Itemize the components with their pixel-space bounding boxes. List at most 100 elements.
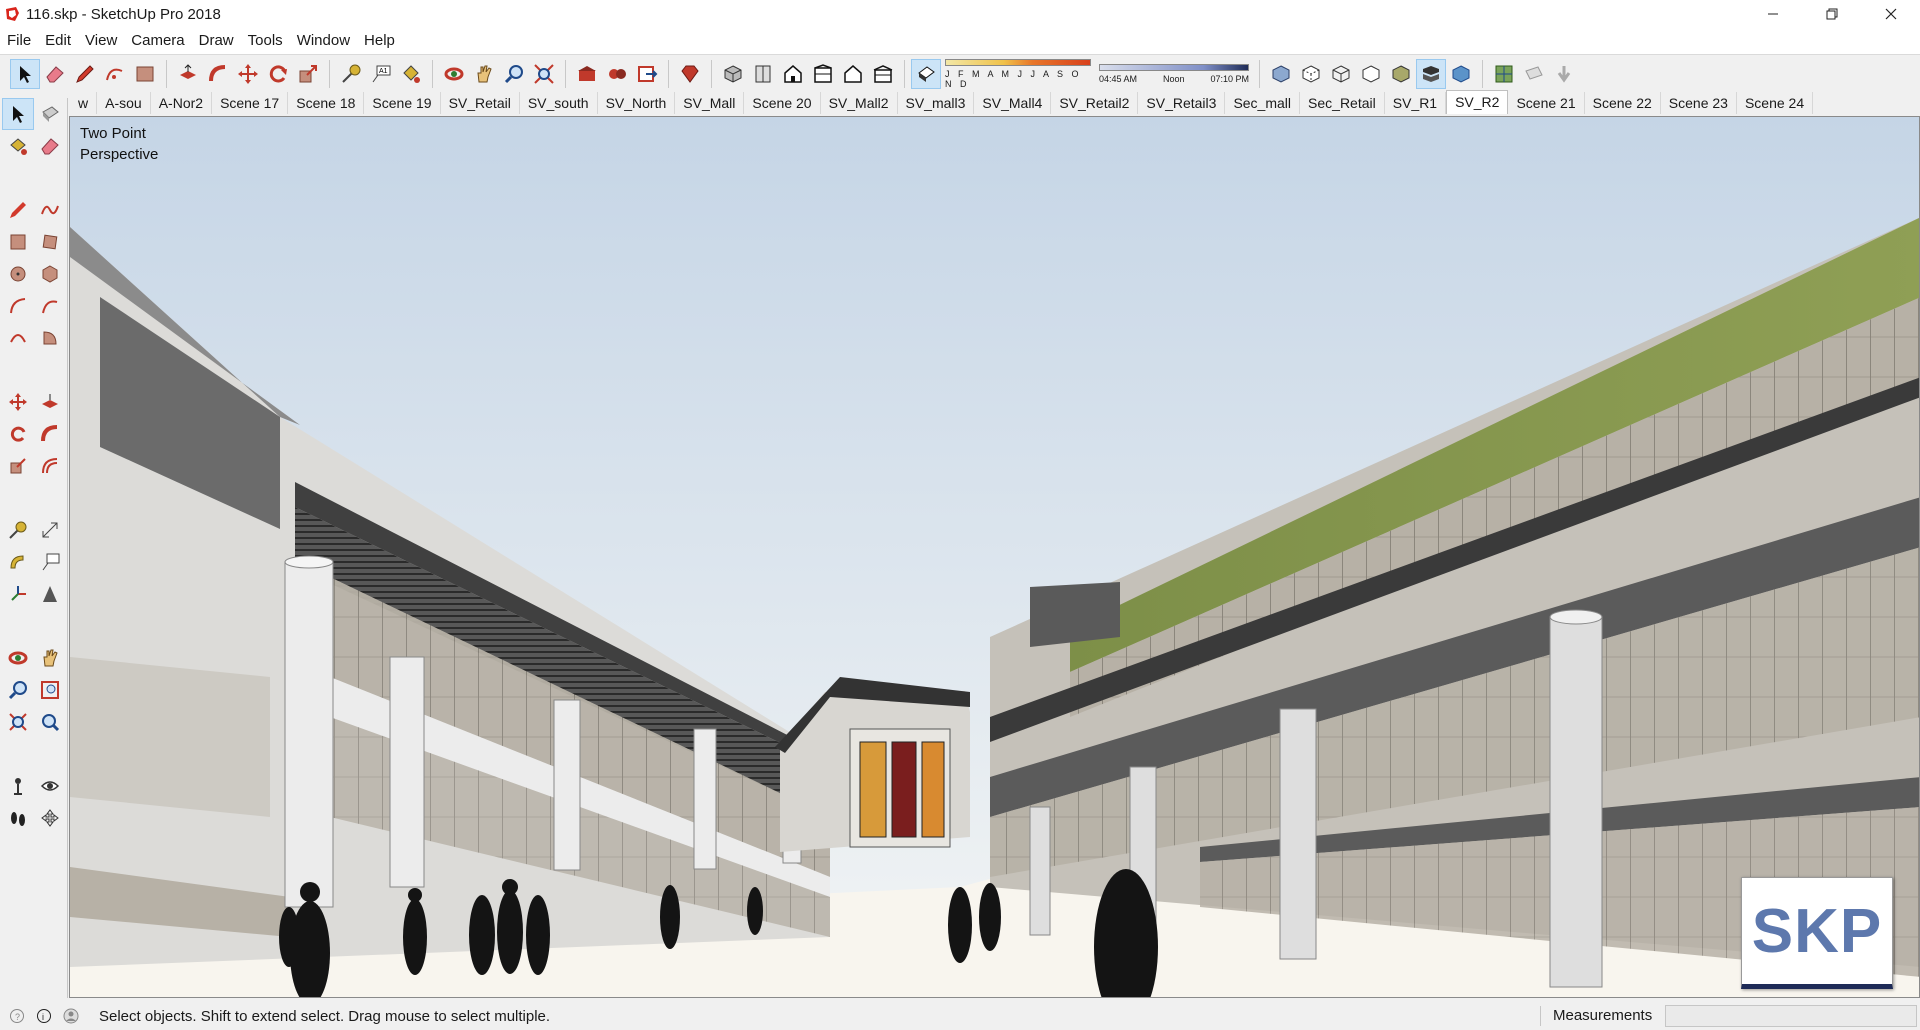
model-scene[interactable]	[70, 117, 1920, 998]
palette-3d-text-button[interactable]	[34, 578, 66, 610]
menu-camera[interactable]: Camera	[124, 28, 191, 54]
monochrome-button[interactable]	[1446, 59, 1476, 89]
move-tool-button[interactable]	[233, 59, 263, 89]
menu-tools[interactable]: Tools	[241, 28, 290, 54]
scene-tab[interactable]: A-sou	[97, 92, 151, 114]
scene-tab[interactable]: Scene 21	[1508, 92, 1585, 114]
eraser-tool-button[interactable]	[40, 59, 70, 89]
menu-file[interactable]: File	[0, 28, 38, 54]
extension-warehouse-button[interactable]	[602, 59, 632, 89]
back-edges-button[interactable]	[1296, 59, 1326, 89]
palette-make-component-button[interactable]	[34, 98, 66, 130]
user-button[interactable]	[61, 1006, 81, 1026]
ruby-console-button[interactable]	[675, 59, 705, 89]
scene-tab[interactable]: SV_Retail	[441, 92, 520, 114]
palette-three-point-arc-button[interactable]	[2, 322, 34, 354]
palette-protractor-button[interactable]	[2, 546, 34, 578]
scene-tab[interactable]: Scene 24	[1737, 92, 1814, 114]
menu-help[interactable]: Help	[357, 28, 402, 54]
palette-zoom-window-button[interactable]	[34, 674, 66, 706]
followme-tool-button[interactable]	[203, 59, 233, 89]
menu-edit[interactable]: Edit	[38, 28, 78, 54]
menu-draw[interactable]: Draw	[192, 28, 241, 54]
shaded-button[interactable]	[1386, 59, 1416, 89]
back-view-button[interactable]	[838, 59, 868, 89]
scene-tab[interactable]: Scene 20	[744, 92, 821, 114]
restore-button[interactable]	[1802, 0, 1861, 28]
left-view-button[interactable]	[868, 59, 898, 89]
pushpull-tool-button[interactable]	[173, 59, 203, 89]
palette-pie-button[interactable]	[34, 322, 66, 354]
palette-pushpull-button[interactable]	[34, 386, 66, 418]
warehouse-button[interactable]	[572, 59, 602, 89]
palette-rectangle-button[interactable]	[2, 226, 34, 258]
palette-zoom-button[interactable]	[2, 674, 34, 706]
scene-tab[interactable]: Scene 22	[1585, 92, 1661, 114]
select-tool-button[interactable]	[10, 58, 40, 89]
menu-view[interactable]: View	[78, 28, 124, 54]
model-info-button[interactable]	[1489, 59, 1519, 89]
minimize-button[interactable]	[1743, 0, 1802, 28]
palette-walk-button[interactable]	[2, 802, 34, 834]
palette-rotate-button[interactable]	[2, 418, 34, 450]
palette-polygon-button[interactable]	[34, 258, 66, 290]
palette-circle-button[interactable]	[2, 258, 34, 290]
palette-line-button[interactable]	[2, 194, 34, 226]
scene-tab[interactable]: SV_North	[598, 92, 676, 114]
send-to-layout-button[interactable]	[632, 59, 662, 89]
scene-tab[interactable]: Scene 17	[212, 92, 289, 114]
model-viewport[interactable]: Two Point Perspective SKP	[69, 116, 1920, 998]
zoom-tool-button[interactable]	[499, 59, 529, 89]
palette-text-button[interactable]	[34, 546, 66, 578]
scene-tab[interactable]: SV_Mall2	[821, 92, 898, 114]
palette-previous-view-button[interactable]	[34, 706, 66, 738]
scene-tab[interactable]: SV_Retail2	[1051, 92, 1139, 114]
palette-freehand-button[interactable]	[34, 194, 66, 226]
text-tool-button[interactable]: A1	[366, 59, 396, 89]
hidden-line-button[interactable]	[1356, 59, 1386, 89]
section-plane-button[interactable]	[1519, 59, 1549, 89]
shaded-textures-button[interactable]	[1416, 58, 1446, 89]
pencil-tool-button[interactable]	[70, 59, 100, 89]
palette-position-camera-button[interactable]	[2, 770, 34, 802]
palette-dimension-button[interactable]	[34, 514, 66, 546]
orbit-tool-button[interactable]	[439, 59, 469, 89]
scene-tab[interactable]: SV_R1	[1385, 92, 1447, 114]
rectangle-tool-button[interactable]	[130, 59, 160, 89]
tape-measure-tool-button[interactable]	[336, 59, 366, 89]
palette-two-point-arc-button[interactable]	[34, 290, 66, 322]
scene-tab[interactable]: SV_Mall4	[974, 92, 1052, 114]
palette-paint-bucket-button[interactable]	[2, 130, 34, 162]
palette-offset-button[interactable]	[34, 450, 66, 482]
shadow-time-slider[interactable]: 04:45 AM Noon 07:10 PM	[1099, 58, 1249, 90]
pan-tool-button[interactable]	[469, 59, 499, 89]
scene-tab[interactable]: Scene 19	[364, 92, 441, 114]
palette-followme-button[interactable]	[34, 418, 66, 450]
scene-tab[interactable]: Sec_mall	[1225, 92, 1301, 114]
palette-move-button[interactable]	[2, 386, 34, 418]
geo-location-button[interactable]: ?	[7, 1006, 27, 1026]
credits-button[interactable]: i	[34, 1006, 54, 1026]
shadow-month-slider[interactable]: J F M A M J J A S O N D	[945, 58, 1091, 90]
palette-section-plane-button[interactable]	[34, 802, 66, 834]
close-button[interactable]	[1861, 0, 1920, 28]
scene-tab[interactable]: Scene 18	[288, 92, 365, 114]
shadows-toggle-button[interactable]	[911, 58, 941, 89]
palette-pan-button[interactable]	[34, 642, 66, 674]
front-view-button[interactable]	[778, 59, 808, 89]
scene-tab-active[interactable]: SV_R2	[1446, 90, 1509, 114]
palette-arc-button[interactable]	[2, 290, 34, 322]
palette-eraser-button[interactable]	[34, 130, 66, 162]
measurements-input[interactable]	[1665, 1005, 1917, 1027]
scale-tool-button[interactable]	[293, 59, 323, 89]
right-view-button[interactable]	[808, 59, 838, 89]
rotate-tool-button[interactable]	[263, 59, 293, 89]
palette-orbit-button[interactable]	[2, 642, 34, 674]
section-display-button[interactable]	[1549, 59, 1579, 89]
palette-zoom-extents-button[interactable]	[2, 706, 34, 738]
palette-rotated-rectangle-button[interactable]	[34, 226, 66, 258]
wireframe-button[interactable]	[1326, 59, 1356, 89]
xray-button[interactable]	[1266, 59, 1296, 89]
palette-select-button[interactable]	[2, 98, 34, 130]
scene-tab[interactable]: SV_Mall	[675, 92, 745, 114]
